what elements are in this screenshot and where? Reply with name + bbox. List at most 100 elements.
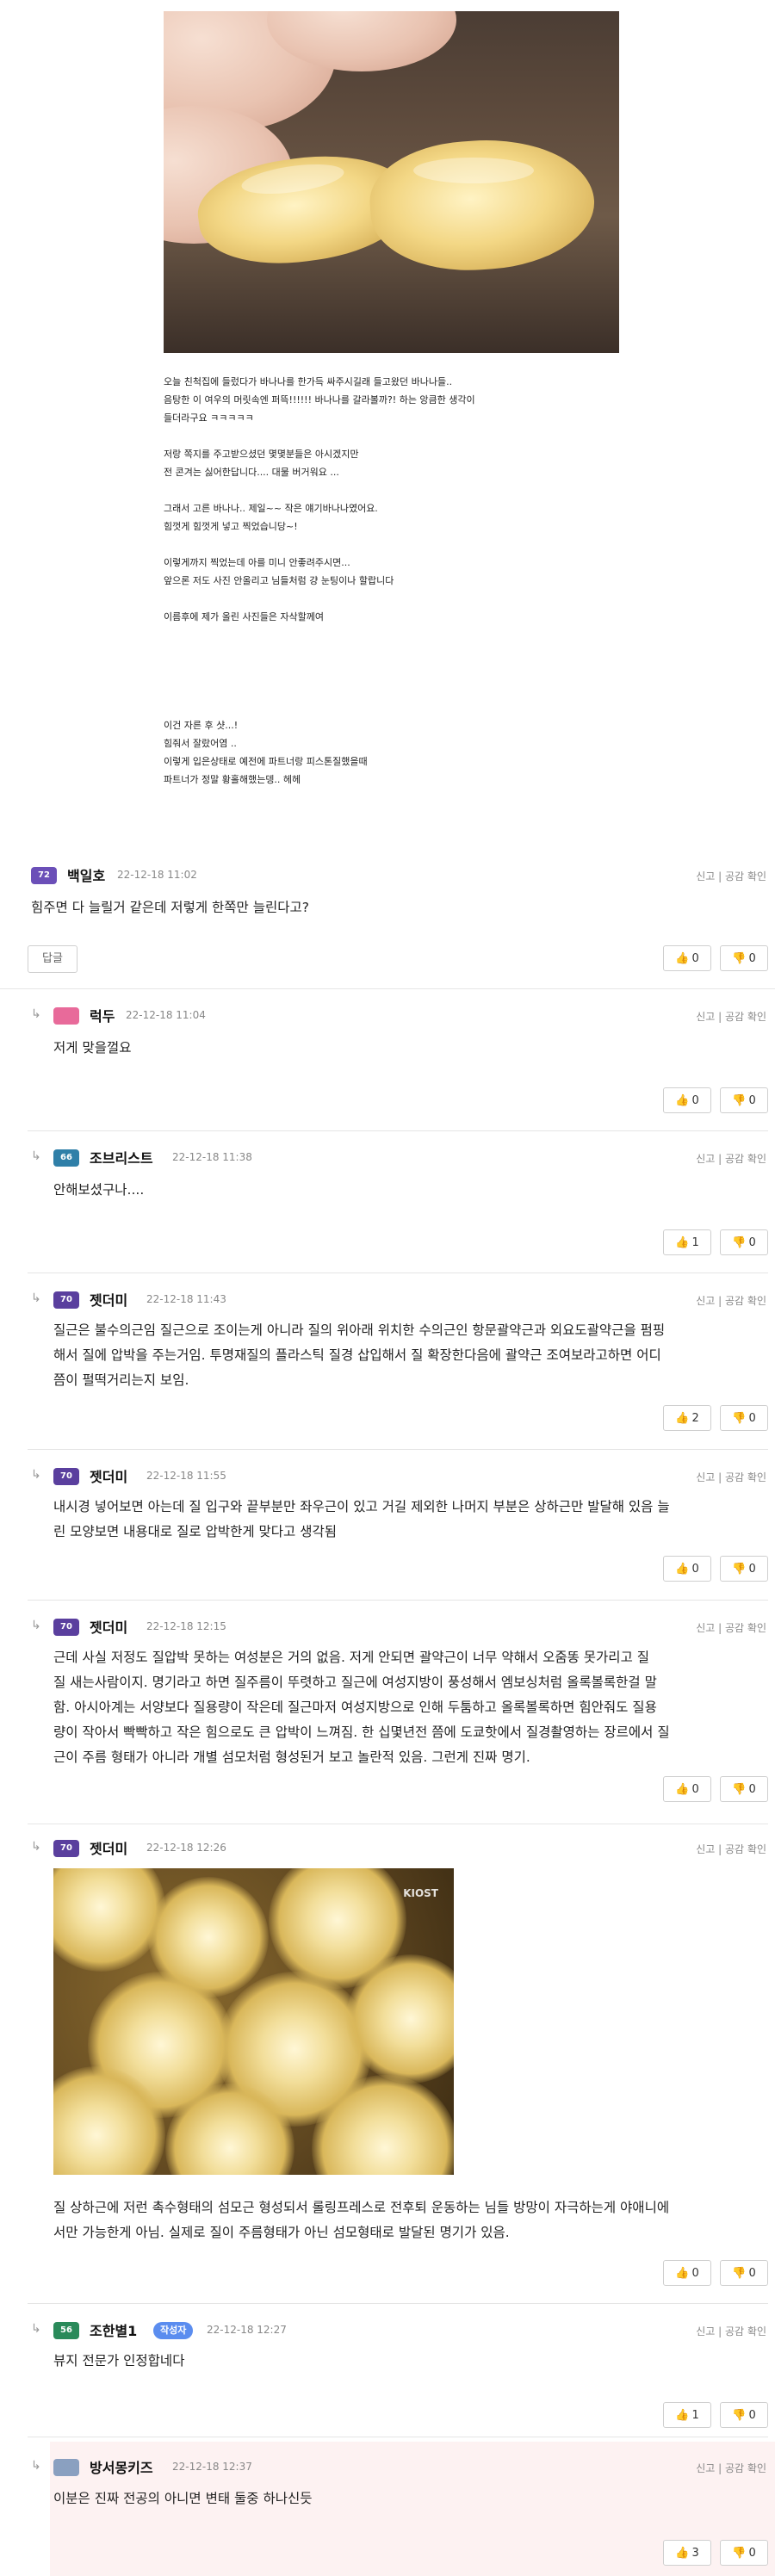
article-line: 힘껏게 힘껏게 넣고 찍었습니당~!	[164, 521, 298, 532]
upvote-count: 0	[691, 2267, 699, 2280]
upvote-button[interactable]: 👍 1	[663, 1229, 711, 1255]
sympathy-link[interactable]: 공감 확인	[725, 1295, 766, 1307]
vote-buttons: 👍 0 👎 0	[654, 1556, 768, 1582]
sympathy-link[interactable]: 공감 확인	[725, 2462, 766, 2474]
downvote-button[interactable]: 👎 0	[720, 2260, 768, 2286]
thumbs-up-icon: 👍	[675, 1783, 690, 1796]
downvote-button[interactable]: 👎 0	[720, 2540, 768, 2566]
sympathy-link[interactable]: 공감 확인	[725, 1843, 766, 1855]
reply-comment: ↳ 방서몽키즈 22-12-18 12:37 신고 | 공감 확인 이분은 진짜…	[0, 2442, 775, 2576]
sympathy-link[interactable]: 공감 확인	[725, 1471, 766, 1483]
article-line: 그래서 고른 바나나.. 제일~~ 작은 얘기바나나였어요.	[164, 503, 378, 514]
downvote-count: 0	[748, 1783, 756, 1796]
comment-author[interactable]: 조한별1	[90, 2319, 137, 2340]
thumbs-down-icon: 👎	[732, 1563, 747, 1576]
comment-text-line: 힘주면 다 늘릴거 같은데 저렇게 한쪽만 늘린다고?	[31, 900, 309, 915]
sympathy-link[interactable]: 공감 확인	[725, 1153, 766, 1165]
downvote-button[interactable]: 👎 0	[720, 1556, 768, 1582]
comment-body: 내시경 넣어보면 아는데 질 입구와 끝부분만 좌우근이 있고 거길 제외한 나…	[53, 1495, 670, 1545]
report-link[interactable]: 신고	[696, 1471, 715, 1483]
report-link[interactable]: 신고	[696, 1295, 715, 1307]
report-link[interactable]: 신고	[696, 870, 715, 882]
comment-author[interactable]: 젯더미	[90, 1616, 127, 1637]
comment-author[interactable]: 젯더미	[90, 1289, 127, 1310]
comment-text-line: 근이 주름 형태가 아니라 개별 섬모처럼 형성된거 보고 놀란적 있음. 그런…	[53, 1749, 530, 1765]
upvote-count: 1	[691, 2409, 699, 2422]
thumbs-down-icon: 👎	[732, 1094, 747, 1107]
comment-actions: 신고 | 공감 확인	[696, 2462, 766, 2474]
thumbs-up-icon: 👍	[675, 1094, 690, 1107]
article-line: 이렇게까지 찍었는데 아를 미니 안좋려주시면...	[164, 557, 350, 568]
downvote-button[interactable]: 👎 0	[720, 1776, 768, 1802]
comment-author[interactable]: 럭두	[90, 1005, 115, 1025]
comment-actions: 신고 | 공감 확인	[696, 1153, 766, 1165]
upvote-count: 3	[691, 2547, 699, 2560]
article-line: 오늘 친척집에 들렀다가 바나나를 한가득 싸주시길래 들고왔던 바나나들..	[164, 376, 453, 387]
thumbs-up-icon: 👍	[675, 1563, 690, 1576]
comment-date: 22-12-18 12:37	[172, 2461, 252, 2473]
comment-text-line: 내시경 넣어보면 아는데 질 입구와 끝부분만 좌우근이 있고 거길 제외한 나…	[53, 1499, 670, 1514]
reply-arrow-icon: ↳	[31, 1840, 41, 1854]
downvote-count: 0	[748, 2409, 756, 2422]
report-link[interactable]: 신고	[696, 1153, 715, 1165]
comment-actions: 신고 | 공감 확인	[696, 1295, 766, 1307]
sympathy-link[interactable]: 공감 확인	[725, 1011, 766, 1023]
comment-date: 22-12-18 11:38	[172, 1151, 252, 1163]
comment-author[interactable]: 백일호	[67, 864, 105, 885]
comment-author[interactable]: 젯더미	[90, 1465, 127, 1486]
article-line: 이건 자른 후 샷...!	[164, 720, 239, 731]
report-link[interactable]: 신고	[696, 1011, 715, 1023]
downvote-button[interactable]: 👎 0	[720, 945, 768, 971]
thumbs-down-icon: 👎	[732, 2409, 747, 2422]
upvote-button[interactable]: 👍 1	[663, 2402, 711, 2428]
vote-buttons: 👍 1 👎 0	[654, 2402, 768, 2428]
article-line: 음탕한 이 여우의 머릿속엔 퍼뜩!!!!!! 바나나를 갈라볼까?! 하는 앙…	[164, 394, 475, 406]
downvote-button[interactable]: 👎 0	[720, 2402, 768, 2428]
report-link[interactable]: 신고	[696, 1622, 715, 1634]
thumbs-down-icon: 👎	[732, 952, 747, 965]
comment-actions: 신고 | 공감 확인	[696, 870, 766, 882]
reply-arrow-icon: ↳	[31, 1468, 41, 1482]
comment-body: 근데 사실 저정도 질압박 못하는 여성분은 거의 없음. 저게 안되면 괄약근…	[53, 1645, 670, 1770]
upvote-button[interactable]: 👍 2	[663, 1405, 711, 1431]
comment-author[interactable]: 방서몽키즈	[90, 2456, 153, 2477]
divider	[28, 1130, 768, 1131]
downvote-button[interactable]: 👎 0	[720, 1087, 768, 1113]
downvote-button[interactable]: 👎 0	[720, 1229, 768, 1255]
upvote-button[interactable]: 👍 0	[663, 1776, 711, 1802]
comment-date: 22-12-18 11:55	[146, 1470, 226, 1482]
report-link[interactable]: 신고	[696, 2325, 715, 2338]
reply-comment: ↳ 56 조한별1 작성자 22-12-18 12:27 신고 | 공감 확인 …	[0, 2307, 775, 2441]
comment-text-line: 이분은 진짜 전공의 아니면 변태 둘중 하나신듯	[53, 2491, 313, 2506]
downvote-button[interactable]: 👎 0	[720, 1405, 768, 1431]
author-tag: 작성자	[153, 2322, 194, 2339]
upvote-button[interactable]: 👍 0	[663, 1556, 711, 1582]
upvote-count: 0	[691, 1094, 699, 1107]
upvote-button[interactable]: 👍 0	[663, 2260, 711, 2286]
article-line: 이름후에 제가 올린 사진들은 자삭할께여	[164, 611, 325, 622]
downvote-count: 0	[748, 1236, 756, 1249]
sympathy-link[interactable]: 공감 확인	[725, 1622, 766, 1634]
level-badge: 70	[53, 1468, 79, 1485]
comment-text-line: 함. 아시아계는 서양보다 질용량이 작은데 질근마저 여성지방으로 인해 두툼…	[53, 1700, 657, 1715]
divider	[0, 988, 775, 989]
reply-arrow-icon: ↳	[31, 2459, 41, 2473]
comment-author[interactable]: 조브리스트	[90, 1147, 153, 1167]
thumbs-down-icon: 👎	[732, 2267, 747, 2280]
reply-button[interactable]: 답글	[28, 945, 78, 973]
sympathy-link[interactable]: 공감 확인	[725, 870, 766, 882]
upvote-button[interactable]: 👍 3	[663, 2540, 711, 2566]
upvote-button[interactable]: 👍 0	[663, 1087, 711, 1113]
vote-buttons: 👍 3 👎 0	[654, 2540, 768, 2566]
level-badge: 70	[53, 1291, 79, 1309]
reply-comment: ↳ 70 젯더미 22-12-18 12:15 신고 | 공감 확인 근데 사실…	[0, 1601, 775, 1825]
comment-author[interactable]: 젯더미	[90, 1837, 127, 1858]
upvote-button[interactable]: 👍 0	[663, 945, 711, 971]
thumbs-up-icon: 👍	[675, 2409, 690, 2422]
sympathy-link[interactable]: 공감 확인	[725, 2325, 766, 2338]
vote-buttons: 👍 2 👎 0	[654, 1405, 768, 1431]
thumbs-up-icon: 👍	[675, 2267, 690, 2280]
report-link[interactable]: 신고	[696, 2462, 715, 2474]
report-link[interactable]: 신고	[696, 1843, 715, 1855]
comment-actions: 신고 | 공감 확인	[696, 2325, 766, 2338]
